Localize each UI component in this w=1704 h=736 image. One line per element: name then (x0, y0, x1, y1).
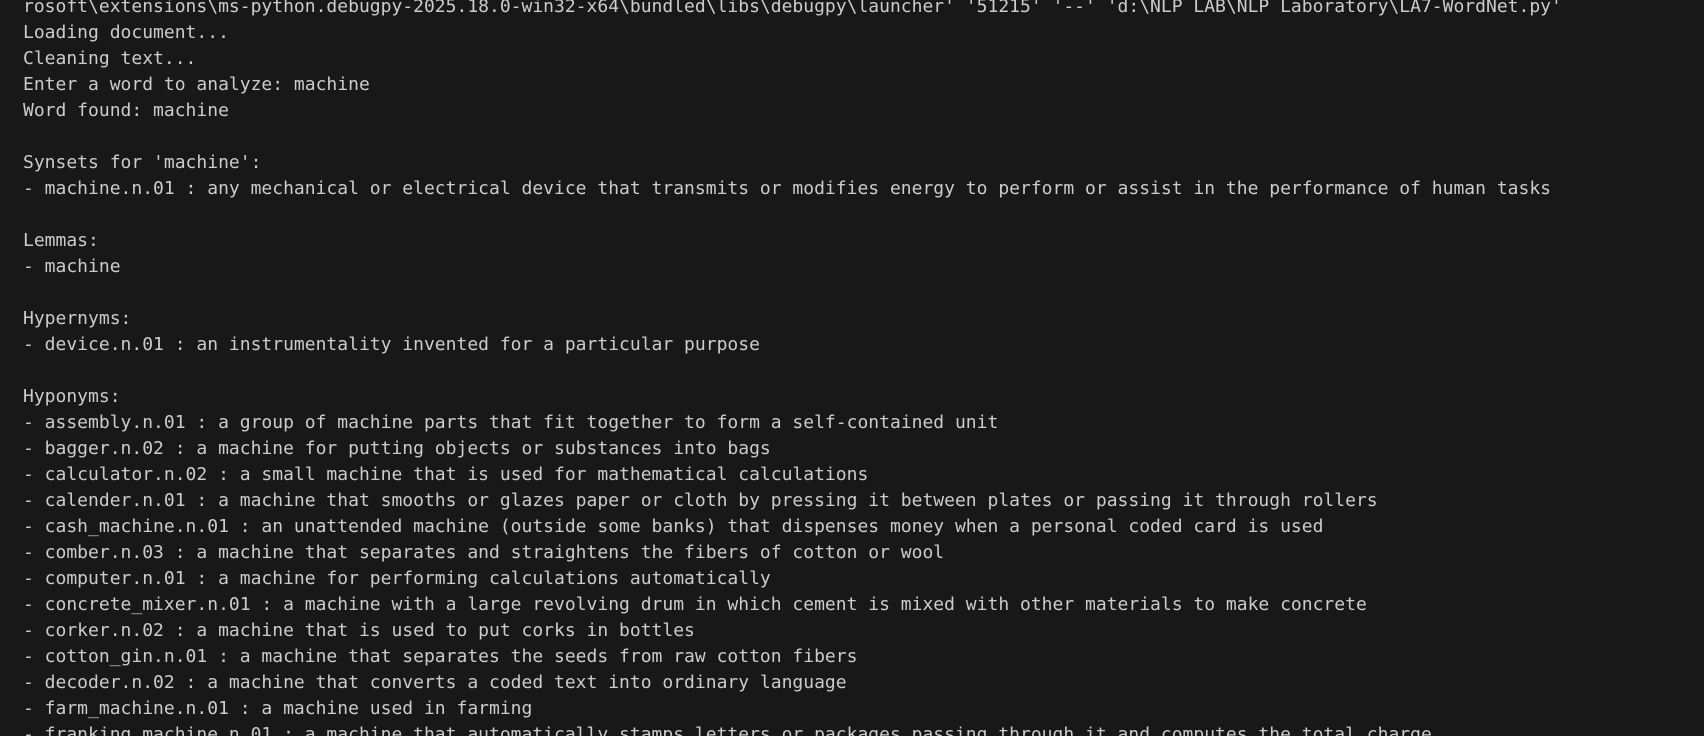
terminal-line: rosoft\extensions\ms-python.debugpy-2025… (23, 0, 1562, 17)
terminal-line: - assembly.n.01 : a group of machine par… (23, 412, 999, 433)
terminal-line: - comber.n.03 : a machine that separates… (23, 542, 945, 563)
terminal-line: Enter a word to analyze: machine (23, 74, 370, 95)
terminal-line: - calender.n.01 : a machine that smooths… (23, 490, 1378, 511)
terminal-line: - cotton_gin.n.01 : a machine that separ… (23, 646, 858, 667)
terminal-output[interactable]: rosoft\extensions\ms-python.debugpy-2025… (0, 0, 1704, 736)
terminal-line: - machine.n.01 : any mechanical or elect… (23, 178, 1552, 199)
terminal-lines: rosoft\extensions\ms-python.debugpy-2025… (23, 0, 1562, 736)
terminal-line: - concrete_mixer.n.01 : a machine with a… (23, 594, 1367, 615)
terminal-line: - corker.n.02 : a machine that is used t… (23, 620, 695, 641)
terminal-line: - decoder.n.02 : a machine that converts… (23, 672, 847, 693)
terminal-line: Lemmas: (23, 230, 99, 251)
terminal-line: - device.n.01 : an instrumentality inven… (23, 334, 760, 355)
terminal-line: - calculator.n.02 : a small machine that… (23, 464, 869, 485)
terminal-line: Loading document... (23, 22, 229, 43)
terminal-line: - machine (23, 256, 121, 277)
terminal-line: Word found: machine (23, 100, 229, 121)
terminal-line: Synsets for 'machine': (23, 152, 262, 173)
terminal-line: Cleaning text... (23, 48, 197, 69)
terminal-line: - bagger.n.02 : a machine for putting ob… (23, 438, 771, 459)
terminal-line: Hypernyms: (23, 308, 132, 329)
terminal-line: - computer.n.01 : a machine for performi… (23, 568, 771, 589)
terminal-line: - franking_machine.n.01 : a machine that… (23, 724, 1432, 736)
terminal-line: - cash_machine.n.01 : an unattended mach… (23, 516, 1324, 537)
terminal-line: Hyponyms: (23, 386, 121, 407)
terminal-line: - farm_machine.n.01 : a machine used in … (23, 698, 533, 719)
